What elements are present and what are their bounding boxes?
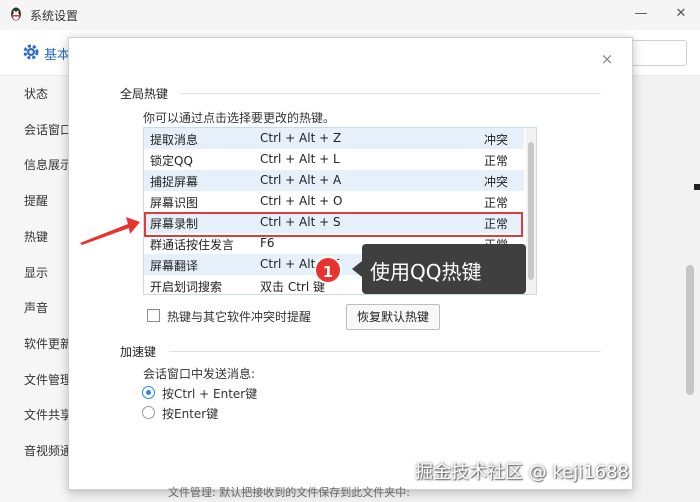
callout-tail [352,261,362,277]
sidebar-item-display[interactable]: 显示 [24,264,48,281]
hotkey-name: 屏幕录制 [150,217,199,231]
hotkey-name: 锁定QQ [150,154,193,168]
gear-icon [23,44,39,60]
hotkey-status: 正常 [484,217,509,231]
qq-penguin-icon [11,7,21,21]
hotkey-row[interactable]: 捕捉屏幕 Ctrl + Alt + A 冲突 [144,170,524,191]
sidebar-item-reminders[interactable]: 提醒 [24,192,48,209]
hotkey-list-scrollbar[interactable] [526,128,536,294]
hotkey-row[interactable]: 锁定QQ Ctrl + Alt + L 正常 [144,149,524,170]
restore-default-hotkeys-button[interactable]: 恢复默认热键 [346,304,440,330]
radio-enter[interactable] [142,406,155,419]
hotkey-keys: Ctrl + Alt + A [260,173,342,187]
hotkey-name: 捕捉屏幕 [150,175,199,189]
conflict-reminder-label: 热键与其它软件冲突时提醒 [167,310,312,324]
hotkey-name: 开启划词搜索 [150,280,223,294]
sidebar-item-info-display[interactable]: 信息展示 [24,156,72,173]
sidebar-item-file-sharing[interactable]: 文件共享 [24,406,72,423]
hotkey-keys: Ctrl + Alt + S [260,215,341,229]
sidebar-item-hotkeys[interactable]: 热键 [24,228,48,245]
hotkey-row[interactable]: 屏幕识图 Ctrl + Alt + O 正常 [144,191,524,212]
step-badge: 1 [314,256,342,284]
background-file-management-text: 文件管理: 默认把接收到的文件保存到此文件夹中: [168,486,410,499]
hotkey-row-screen-record[interactable]: 屏幕录制 Ctrl + Alt + S 正常 [144,212,524,233]
sidebar-item-file-management[interactable]: 文件管理 [24,371,72,388]
hotkey-keys: Ctrl + Alt + L [260,152,340,166]
sidebar: 状态 会话窗口 信息展示 提醒 热键 显示 声音 软件更新 文件管理 文件共享 … [0,76,72,502]
conflict-reminder-checkbox[interactable] [147,309,160,322]
sidebar-item-software-update[interactable]: 软件更新 [24,335,72,352]
hotkey-status: 冲突 [484,133,509,147]
dialog-close-button[interactable]: × [599,51,615,67]
radio-ctrl-enter[interactable] [142,386,155,399]
watermark: 掘金技术社区 @ keji1688 [415,462,630,483]
hotkey-name: 屏幕翻译 [150,259,199,273]
sidebar-item-sound[interactable]: 声音 [24,299,48,316]
callout-text: 使用QQ热键 [370,260,482,284]
sidebar-item-audio-video[interactable]: 音视频通 [24,442,72,459]
hotkey-status: 正常 [484,154,509,168]
hotkey-hint: 你可以通过点击选择要更改的热键。 [143,111,336,125]
scrollbar-thumb[interactable] [528,142,534,280]
title-bar: 系统设置 — ✕ [0,0,700,31]
section-divider [169,351,601,352]
annotation-arrow-icon [80,217,140,245]
hotkey-status: 冲突 [484,175,509,189]
close-window-button[interactable]: ✕ [670,4,692,24]
radio-enter-label: 按Enter键 [162,407,219,421]
hotkey-row[interactable]: 提取消息 Ctrl + Alt + Z 冲突 [144,128,524,149]
accelerator-title: 加速键 [120,345,157,359]
hotkey-keys: Ctrl + Alt + Z [260,131,342,145]
global-hotkeys-title: 全局热键 [120,87,169,101]
section-divider [181,93,601,94]
send-message-label: 会话窗口中发送消息: [143,367,256,381]
window-title: 系统设置 [30,9,79,23]
window-scrollbar[interactable] [686,265,694,395]
sidebar-item-chat-window[interactable]: 会话窗口 [24,121,72,138]
hotkey-keys: F6 [260,236,275,250]
tab-basic[interactable]: 基本 [44,44,70,63]
background-marker [694,184,700,190]
sidebar-item-status[interactable]: 状态 [24,85,48,102]
minimize-button[interactable]: — [630,4,652,24]
hotkey-status: 正常 [484,196,509,210]
hotkey-keys: Ctrl + Alt + O [260,194,343,208]
hotkey-name: 提取消息 [150,133,199,147]
radio-ctrl-enter-label: 按Ctrl + Enter键 [162,387,258,401]
annotation-callout: 1 使用QQ热键 [310,244,526,294]
hotkey-name: 屏幕识图 [150,196,199,210]
hotkey-name: 群通话按住发言 [150,238,235,252]
